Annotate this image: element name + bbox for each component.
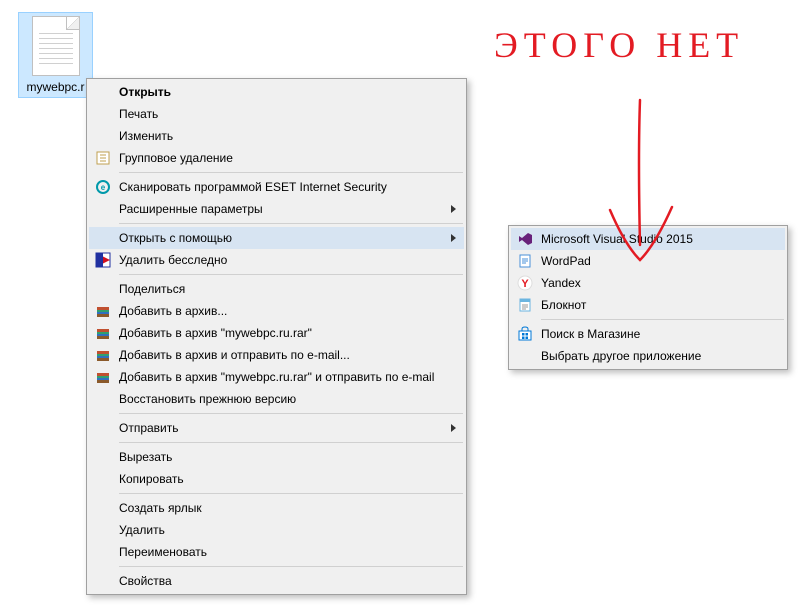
shred-icon	[93, 250, 113, 270]
winrar-icon	[93, 367, 113, 387]
menu-print[interactable]: Печать	[89, 103, 464, 125]
eset-icon: e	[93, 177, 113, 197]
context-menu: Открыть Печать Изменить Групповое удален…	[86, 78, 467, 595]
menu-delete[interactable]: Удалить	[89, 519, 464, 541]
text-file-icon	[32, 16, 80, 76]
annotation-text: ЭТОГО НЕТ	[494, 24, 744, 66]
menu-edit[interactable]: Изменить	[89, 125, 464, 147]
separator	[119, 566, 463, 567]
winrar-icon	[93, 301, 113, 321]
menu-add-archive-named-email[interactable]: Добавить в архив "mywebpc.ru.rar" и отпр…	[89, 366, 464, 388]
submenu-choose-other[interactable]: Выбрать другое приложение	[511, 345, 785, 367]
svg-text:Y: Y	[521, 278, 529, 290]
svg-text:e: e	[101, 183, 106, 192]
menu-group-delete[interactable]: Групповое удаление	[89, 147, 464, 169]
separator	[119, 172, 463, 173]
file-label: mywebpc.r	[22, 80, 89, 94]
menu-add-archive-named[interactable]: Добавить в архив "mywebpc.ru.rar"	[89, 322, 464, 344]
menu-add-archive[interactable]: Добавить в архив...	[89, 300, 464, 322]
winrar-icon	[93, 323, 113, 343]
menu-shred[interactable]: Удалить бесследно	[89, 249, 464, 271]
menu-advanced-options[interactable]: Расширенные параметры	[89, 198, 464, 220]
menu-open[interactable]: Открыть	[89, 81, 464, 103]
group-delete-icon	[93, 148, 113, 168]
menu-open-with[interactable]: Открыть с помощью	[89, 227, 464, 249]
submenu-open-with: Microsoft Visual Studio 2015 WordPad Y Y…	[508, 225, 788, 370]
chevron-right-icon	[451, 424, 456, 432]
winrar-icon	[93, 345, 113, 365]
menu-restore-previous[interactable]: Восстановить прежнюю версию	[89, 388, 464, 410]
store-icon	[515, 324, 535, 344]
visual-studio-icon	[515, 229, 535, 249]
separator	[119, 493, 463, 494]
menu-cut[interactable]: Вырезать	[89, 446, 464, 468]
submenu-visual-studio[interactable]: Microsoft Visual Studio 2015	[511, 228, 785, 250]
chevron-right-icon	[451, 205, 456, 213]
submenu-yandex[interactable]: Y Yandex	[511, 272, 785, 294]
separator	[119, 274, 463, 275]
menu-add-archive-email[interactable]: Добавить в архив и отправить по e-mail..…	[89, 344, 464, 366]
notepad-icon	[515, 295, 535, 315]
menu-eset-scan[interactable]: e Сканировать программой ESET Internet S…	[89, 176, 464, 198]
chevron-right-icon	[451, 234, 456, 242]
submenu-wordpad[interactable]: WordPad	[511, 250, 785, 272]
menu-share[interactable]: Поделиться	[89, 278, 464, 300]
separator	[119, 413, 463, 414]
separator	[119, 223, 463, 224]
wordpad-icon	[515, 251, 535, 271]
separator	[119, 442, 463, 443]
menu-rename[interactable]: Переименовать	[89, 541, 464, 563]
file-item[interactable]: mywebpc.r	[18, 12, 93, 98]
menu-copy[interactable]: Копировать	[89, 468, 464, 490]
submenu-store-search[interactable]: Поиск в Магазине	[511, 323, 785, 345]
menu-send-to[interactable]: Отправить	[89, 417, 464, 439]
separator	[541, 319, 784, 320]
submenu-notepad[interactable]: Блокнот	[511, 294, 785, 316]
menu-properties[interactable]: Свойства	[89, 570, 464, 592]
menu-create-shortcut[interactable]: Создать ярлык	[89, 497, 464, 519]
yandex-icon: Y	[515, 273, 535, 293]
